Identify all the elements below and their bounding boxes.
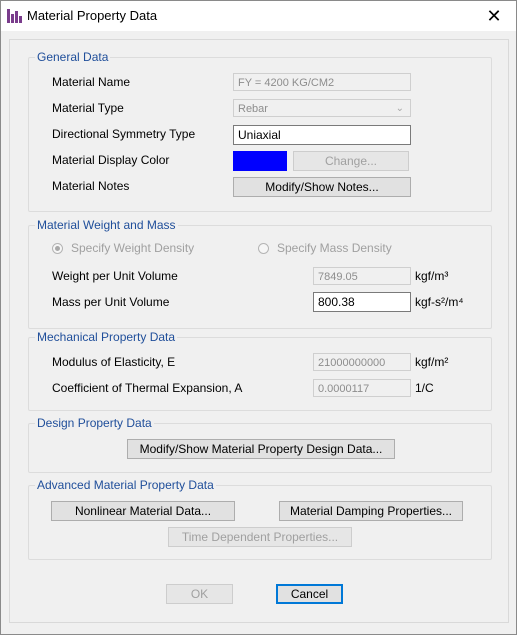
change-color-button[interactable]: Change...: [293, 151, 409, 171]
thermal-field[interactable]: 0.0000117: [313, 379, 411, 397]
general-data-group: General Data Material Name FY = 4200 KG/…: [28, 50, 492, 212]
weight-mass-group: Material Weight and Mass Specify Weight …: [28, 218, 492, 329]
weight-per-volume-field[interactable]: 7849.05: [313, 267, 411, 285]
weight-density-label: Specify Weight Density: [71, 241, 195, 255]
material-name-label: Material Name: [52, 75, 131, 89]
cancel-button[interactable]: Cancel: [276, 584, 343, 604]
mass-unit: kgf-s²/m⁴: [415, 295, 464, 309]
modify-design-data-button[interactable]: Modify/Show Material Property Design Dat…: [127, 439, 395, 459]
display-color-label: Material Display Color: [52, 153, 170, 167]
design-group: Design Property Data Modify/Show Materia…: [28, 416, 492, 473]
weight-unit: kgf/m³: [415, 269, 449, 283]
thermal-label: Coefficient of Thermal Expansion, A: [52, 381, 243, 395]
thermal-unit: 1/C: [415, 381, 434, 395]
weight-density-radio[interactable]: [52, 243, 63, 254]
material-notes-label: Material Notes: [52, 179, 130, 193]
modulus-unit: kgf/m²: [415, 355, 449, 369]
title-bar[interactable]: Material Property Data ✕: [1, 1, 516, 31]
mass-per-volume-field[interactable]: 800.38: [313, 292, 411, 312]
material-type-label: Material Type: [52, 101, 124, 115]
mechanical-group: Mechanical Property Data Modulus of Elas…: [28, 330, 492, 411]
modulus-label: Modulus of Elasticity, E: [52, 355, 176, 369]
advanced-group: Advanced Material Property Data Nonlinea…: [28, 478, 492, 560]
symmetry-field[interactable]: Uniaxial: [233, 125, 411, 145]
symmetry-label: Directional Symmetry Type: [52, 127, 196, 141]
nonlinear-data-button[interactable]: Nonlinear Material Data...: [51, 501, 235, 521]
modify-notes-button[interactable]: Modify/Show Notes...: [233, 177, 411, 197]
close-icon[interactable]: ✕: [472, 1, 516, 31]
mass-density-radio[interactable]: [258, 243, 269, 254]
dialog-body: General Data Material Name FY = 4200 KG/…: [9, 39, 509, 623]
modulus-field[interactable]: 21000000000: [313, 353, 411, 371]
general-data-heading: General Data: [35, 50, 111, 64]
window-title: Material Property Data: [27, 8, 158, 23]
mass-per-volume-label: Mass per Unit Volume: [52, 295, 170, 309]
mechanical-heading: Mechanical Property Data: [35, 330, 178, 344]
material-property-dialog: Material Property Data ✕ General Data Ma…: [0, 0, 517, 635]
design-heading: Design Property Data: [35, 416, 154, 430]
app-icon: [7, 9, 22, 23]
mass-density-label: Specify Mass Density: [277, 241, 392, 255]
ok-button[interactable]: OK: [166, 584, 233, 604]
advanced-heading: Advanced Material Property Data: [35, 478, 216, 492]
color-swatch: [233, 151, 287, 171]
weight-per-volume-label: Weight per Unit Volume: [52, 269, 178, 283]
material-type-select[interactable]: Rebar ⌄: [233, 99, 411, 117]
time-dependent-button[interactable]: Time Dependent Properties...: [168, 527, 352, 547]
weight-mass-heading: Material Weight and Mass: [35, 218, 178, 232]
damping-properties-button[interactable]: Material Damping Properties...: [279, 501, 463, 521]
chevron-down-icon: ⌄: [395, 103, 404, 114]
material-type-value: Rebar: [238, 103, 268, 115]
material-name-field[interactable]: FY = 4200 KG/CM2: [233, 73, 411, 91]
